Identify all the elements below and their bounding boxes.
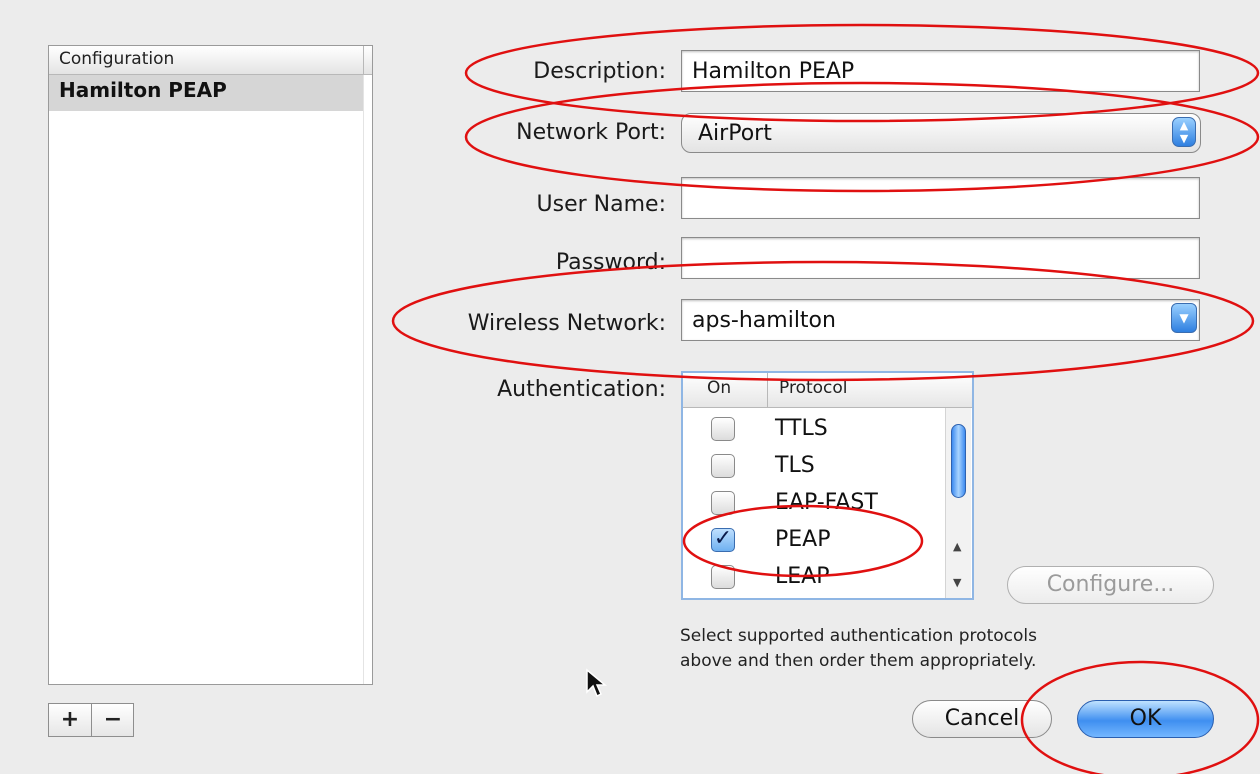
scrollbar-thumb[interactable] bbox=[951, 424, 966, 498]
column-divider bbox=[767, 373, 768, 407]
peap-checkbox[interactable]: ✓ bbox=[711, 528, 735, 552]
protocol-name: TTLS bbox=[775, 416, 828, 441]
network-configuration-dialog: Configuration Hamilton PEAP + − Descript… bbox=[0, 0, 1260, 774]
configure-button[interactable]: Configure... bbox=[1007, 566, 1214, 604]
configuration-item-label: Hamilton PEAP bbox=[59, 78, 227, 102]
leap-checkbox[interactable] bbox=[711, 565, 735, 589]
tls-checkbox[interactable] bbox=[711, 454, 735, 478]
protocols-table-header: On Protocol bbox=[683, 373, 972, 408]
description-value: Hamilton PEAP bbox=[692, 59, 855, 84]
header-divider bbox=[363, 46, 364, 74]
ok-button[interactable]: OK bbox=[1077, 700, 1214, 738]
user-name-label: User Name: bbox=[536, 192, 666, 217]
on-column-header: On bbox=[707, 378, 732, 398]
protocol-row-eap-fast[interactable]: EAP-FAST bbox=[683, 486, 945, 522]
protocol-column-header: Protocol bbox=[779, 378, 848, 398]
configuration-list-header: Configuration bbox=[49, 46, 372, 75]
mouse-pointer-icon bbox=[586, 668, 608, 698]
password-field[interactable] bbox=[681, 237, 1200, 279]
authentication-label: Authentication: bbox=[497, 377, 666, 402]
network-port-label: Network Port: bbox=[516, 120, 666, 145]
network-port-value: AirPort bbox=[698, 121, 772, 146]
eap-fast-checkbox[interactable] bbox=[711, 491, 735, 515]
ttls-checkbox[interactable] bbox=[711, 417, 735, 441]
description-label: Description: bbox=[533, 59, 666, 84]
protocols-scrollbar[interactable]: ▲ ▼ bbox=[945, 408, 971, 598]
description-field[interactable]: Hamilton PEAP bbox=[681, 50, 1200, 92]
user-name-field[interactable] bbox=[681, 177, 1200, 219]
up-down-arrows-icon: ▲ ▼ bbox=[1172, 117, 1196, 147]
configuration-header-label: Configuration bbox=[59, 49, 175, 69]
protocol-row-peap[interactable]: ✓ PEAP bbox=[683, 523, 945, 559]
protocol-row-leap[interactable]: LEAP bbox=[683, 560, 945, 596]
configuration-list-item[interactable]: Hamilton PEAP bbox=[49, 75, 364, 111]
network-port-popup[interactable]: AirPort ▲ ▼ bbox=[681, 113, 1201, 153]
chevron-down-icon[interactable]: ▼ bbox=[1171, 303, 1197, 333]
password-label: Password: bbox=[555, 250, 666, 275]
configuration-list[interactable]: Configuration Hamilton PEAP bbox=[48, 45, 373, 685]
protocol-name: EAP-FAST bbox=[775, 490, 878, 515]
add-configuration-button[interactable]: + bbox=[49, 704, 91, 736]
wireless-network-combo[interactable]: aps-hamilton ▼ bbox=[681, 299, 1200, 341]
remove-configuration-button[interactable]: − bbox=[92, 704, 134, 736]
protocol-name: TLS bbox=[775, 453, 815, 478]
authentication-help-text: Select supported authentication protocol… bbox=[680, 626, 1037, 671]
wireless-network-label: Wireless Network: bbox=[467, 311, 666, 336]
list-scroll-column bbox=[363, 75, 364, 684]
protocol-row-ttls[interactable]: TTLS bbox=[683, 412, 945, 448]
authentication-protocols-table[interactable]: On Protocol TTLS TLS EAP-FAST ✓ PEAP LEA… bbox=[681, 371, 974, 600]
protocol-name: LEAP bbox=[775, 564, 830, 589]
add-remove-control: + − bbox=[48, 703, 134, 737]
cancel-button[interactable]: Cancel bbox=[912, 700, 1052, 738]
scroll-down-arrow-icon[interactable]: ▼ bbox=[953, 576, 961, 589]
protocol-row-tls[interactable]: TLS bbox=[683, 449, 945, 485]
scroll-up-arrow-icon[interactable]: ▲ bbox=[953, 540, 961, 553]
wireless-network-value: aps-hamilton bbox=[692, 308, 836, 333]
protocol-name: PEAP bbox=[775, 527, 831, 552]
